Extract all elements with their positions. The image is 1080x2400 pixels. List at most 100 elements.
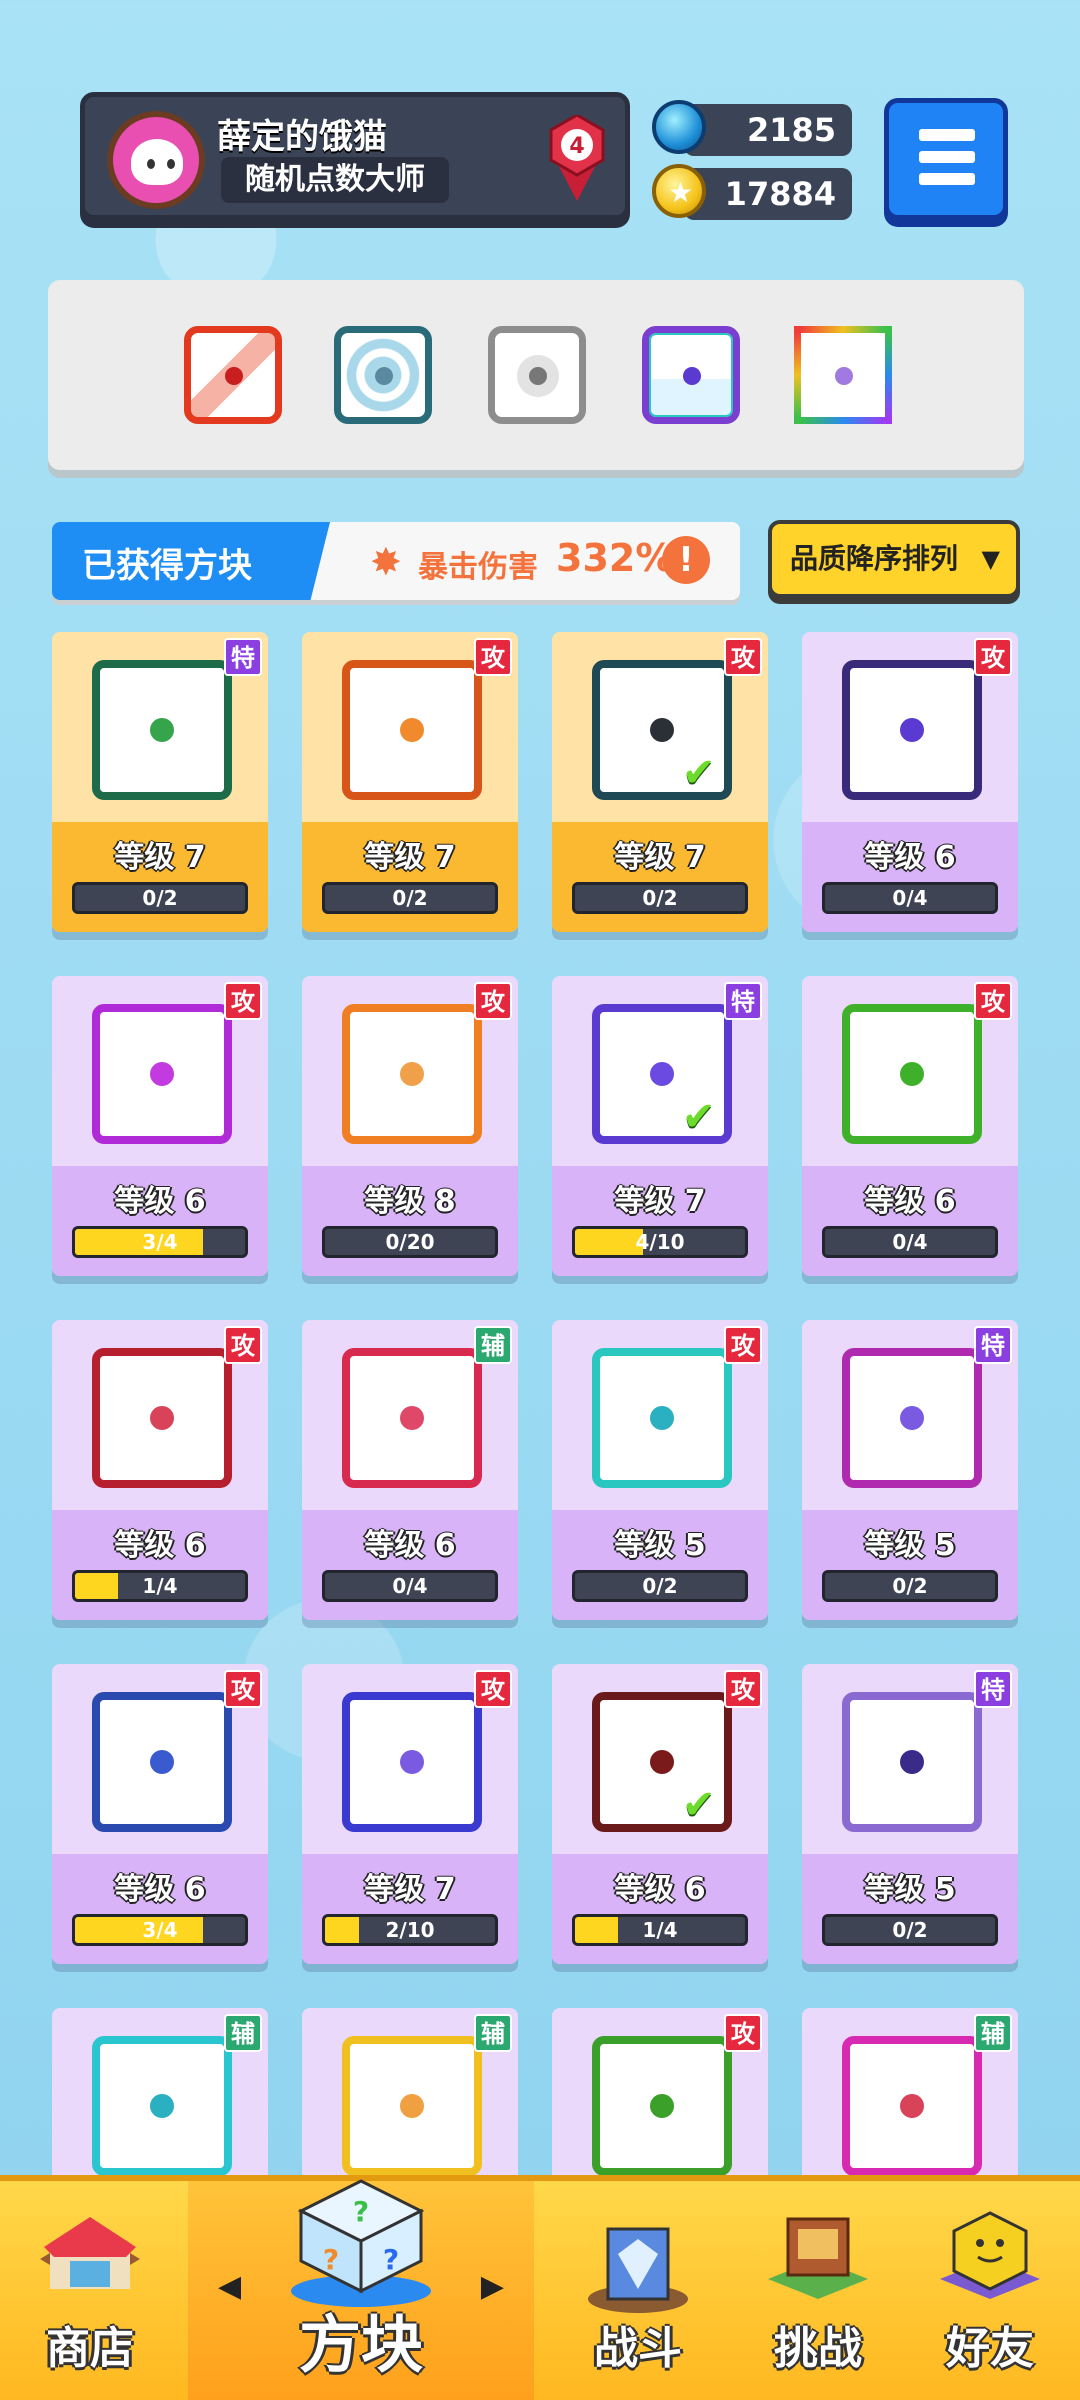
dice-card[interactable]: 攻 ✔ 等级 7 0/2: [552, 632, 768, 932]
nav-friends-label: 好友: [946, 2323, 1034, 2374]
upgrade-progress-bar: 1/4: [72, 1570, 248, 1602]
dice-type-badge: 攻: [974, 638, 1012, 676]
dice-card[interactable]: 攻等级 6 3/4: [52, 1664, 268, 1964]
dice-card[interactable]: 特 ✔ 等级 7 4/10: [552, 976, 768, 1276]
dice-pip: [900, 1062, 924, 1086]
upgrade-progress-text: 1/4: [142, 1574, 178, 1598]
upgrade-progress-bar: 0/2: [572, 1570, 748, 1602]
dice-pip: [400, 1750, 424, 1774]
nav-challenge[interactable]: 挑战: [728, 2181, 908, 2400]
dice-level: 等级 5: [864, 1872, 956, 1907]
upgrade-progress-text: 0/4: [392, 1574, 428, 1598]
dice-card[interactable]: 辅等级 6 0/4: [302, 1320, 518, 1620]
dice-card[interactable]: 攻等级 6 0/4: [802, 632, 1018, 932]
coin-counter: 17884: [684, 168, 852, 220]
nav-dice[interactable]: ? ? ? ◀ ▶ 方块: [188, 2179, 534, 2400]
collection-banner: 已获得方块 ✸ 暴击伤害 332% !: [52, 522, 740, 600]
equipped-slot-5[interactable]: [794, 326, 892, 424]
dice-card[interactable]: 攻等级 6 0/4: [802, 976, 1018, 1276]
dice-face: [592, 1348, 732, 1488]
upgrade-progress-text: 4/10: [635, 1230, 685, 1254]
dice-pip: [400, 1406, 424, 1430]
upgrade-progress-bar: 1/4: [572, 1914, 748, 1946]
dice-pip: [650, 2094, 674, 2118]
upgrade-progress-bar: 0/2: [822, 1914, 998, 1946]
dice-type-badge: 攻: [224, 1670, 262, 1708]
dice-level: 等级 6: [864, 1184, 956, 1219]
burst-icon: ✸: [370, 540, 402, 584]
equipped-dice-panel: [48, 280, 1024, 470]
sort-label: 品质降序排列: [790, 542, 959, 575]
dice-level: 等级 8: [364, 1184, 456, 1219]
dice-type-badge: 特: [224, 638, 262, 676]
upgrade-progress-bar: 3/4: [72, 1914, 248, 1946]
upgrade-progress-bar: 0/20: [322, 1226, 498, 1258]
shop-icon: [30, 2199, 150, 2319]
dice-type-badge: 辅: [224, 2014, 262, 2052]
dice-card[interactable]: 攻等级 7 2/10: [302, 1664, 518, 1964]
dice-card[interactable]: 攻等级 6 3/4: [52, 976, 268, 1276]
upgrade-progress-bar: 0/2: [572, 882, 748, 914]
dice-level: 等级 7: [364, 840, 456, 875]
nav-dice-label: 方块: [298, 2308, 423, 2381]
dice-face: [342, 1692, 482, 1832]
dice-face: [842, 660, 982, 800]
dice-face: [92, 1004, 232, 1144]
dice-level: 等级 7: [614, 840, 706, 875]
upgrade-progress-bar: 3/4: [72, 1226, 248, 1258]
dice-level: 等级 5: [614, 1528, 706, 1563]
nav-battle[interactable]: 战斗: [548, 2181, 728, 2400]
nav-shop[interactable]: 商店: [0, 2181, 180, 2400]
upgrade-progress-text: 0/4: [892, 886, 928, 910]
dice-cube-icon: ? ? ?: [281, 2161, 441, 2311]
dice-pip: [150, 1406, 174, 1430]
dice-card[interactable]: 特等级 5 0/2: [802, 1664, 1018, 1964]
dice-card[interactable]: 攻等级 6 1/4: [52, 1320, 268, 1620]
upgrade-progress-text: 0/4: [892, 1230, 928, 1254]
upgrade-progress-text: 0/2: [892, 1574, 928, 1598]
dice-face: [342, 2036, 482, 2176]
dice-type-badge: 攻: [474, 1670, 512, 1708]
profile-panel[interactable]: 薛定的饿猫 随机点数大师 4: [80, 92, 630, 220]
upgrade-progress-text: 3/4: [142, 1918, 178, 1942]
nav-shop-label: 商店: [46, 2323, 134, 2374]
menu-button[interactable]: [884, 98, 1008, 220]
dice-card[interactable]: 攻等级 8 0/20: [302, 976, 518, 1276]
svg-text:4: 4: [569, 134, 584, 159]
upgrade-progress-text: 0/2: [142, 886, 178, 910]
sort-button[interactable]: 品质降序排列 ▼: [768, 520, 1020, 598]
dice-card[interactable]: 攻等级 7 0/2: [302, 632, 518, 932]
gem-icon: [652, 100, 706, 154]
upgrade-progress-bar: 2/10: [322, 1914, 498, 1946]
dice-level: 等级 7: [614, 1184, 706, 1219]
upgrade-progress-bar: 4/10: [572, 1226, 748, 1258]
info-icon[interactable]: !: [662, 536, 710, 584]
equipped-slot-4[interactable]: [642, 326, 740, 424]
dice-type-badge: 攻: [724, 2014, 762, 2052]
upgrade-progress-bar: 0/4: [822, 882, 998, 914]
dice-card[interactable]: 特等级 5 0/2: [802, 1320, 1018, 1620]
dice-pip: [400, 718, 424, 742]
equipped-slot-1[interactable]: [184, 326, 282, 424]
dice-pip: [150, 2094, 174, 2118]
dice-face: [342, 660, 482, 800]
dice-face: [592, 2036, 732, 2176]
nav-friends[interactable]: 好友: [900, 2181, 1080, 2400]
dice-card[interactable]: 攻 ✔ 等级 6 1/4: [552, 1664, 768, 1964]
svg-text:?: ?: [353, 2195, 369, 2228]
dice-card[interactable]: 特等级 7 0/2: [52, 632, 268, 932]
dice-type-badge: 攻: [724, 1670, 762, 1708]
equipped-slot-3[interactable]: [488, 326, 586, 424]
upgrade-progress-text: 0/20: [385, 1230, 435, 1254]
equipped-slot-2[interactable]: [334, 326, 432, 424]
dice-pip: [650, 1406, 674, 1430]
dice-type-badge: 特: [974, 1326, 1012, 1364]
nav-challenge-label: 挑战: [774, 2323, 862, 2374]
collection-title: 已获得方块: [82, 546, 252, 586]
dice-card[interactable]: 攻等级 5 0/2: [552, 1320, 768, 1620]
dice-face: [92, 660, 232, 800]
player-avatar[interactable]: [107, 111, 205, 209]
crit-damage-value: 332%: [556, 536, 674, 580]
player-title: 随机点数大师: [221, 157, 449, 203]
dice-type-badge: 攻: [974, 982, 1012, 1020]
